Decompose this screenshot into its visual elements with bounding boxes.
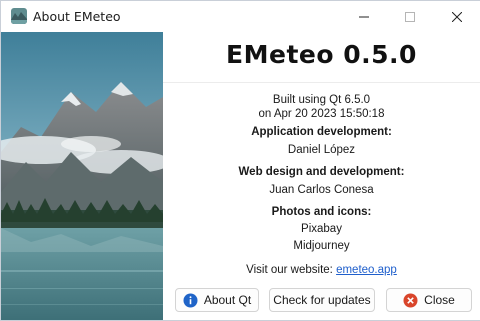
web-dev-heading: Web design and development: — [238, 166, 405, 178]
app-dev-heading: Application development: — [251, 126, 392, 138]
check-updates-label: Check for updates — [273, 293, 371, 307]
maximize-button[interactable] — [387, 1, 433, 32]
website-prefix: Visit our website: — [246, 264, 333, 276]
close-label: Close — [424, 293, 455, 307]
close-circle-icon — [403, 293, 418, 308]
build-date-text: on Apr 20 2023 15:50:18 — [258, 108, 385, 120]
photos-source-midjourney: Midjourney — [293, 240, 350, 252]
minimize-button[interactable] — [341, 1, 387, 32]
app-icon — [11, 8, 27, 24]
built-with-text: Built using Qt 6.5.0 — [272, 94, 371, 106]
landscape-photo — [1, 32, 163, 320]
check-updates-button[interactable]: Check for updates — [269, 288, 375, 312]
window-title: About EMeteo — [33, 9, 121, 24]
minimize-icon — [359, 16, 369, 17]
about-dialog: About EMeteo EMeteo 0.5.0 Built using Qt… — [0, 0, 480, 321]
app-dev-name: Daniel López — [287, 144, 356, 156]
close-icon — [452, 11, 462, 22]
photos-source-pixabay: Pixabay — [301, 223, 342, 235]
about-qt-label: About Qt — [203, 293, 252, 307]
app-name-heading: EMeteo 0.5.0 — [226, 40, 417, 69]
about-qt-button[interactable]: About Qt — [175, 288, 259, 312]
photos-heading: Photos and icons: — [271, 206, 372, 218]
info-icon — [183, 293, 198, 308]
title-bar[interactable]: About EMeteo — [1, 1, 480, 32]
divider — [163, 82, 480, 83]
web-dev-name: Juan Carlos Conesa — [269, 184, 374, 196]
website-line: Visit our website: emeteo.app — [163, 264, 480, 276]
website-link[interactable]: emeteo.app — [336, 264, 397, 276]
maximize-icon — [405, 11, 415, 22]
close-button[interactable]: Close — [386, 288, 472, 312]
about-content: EMeteo 0.5.0 Built using Qt 6.5.0 on Apr… — [163, 32, 480, 320]
window-close-button[interactable] — [434, 1, 480, 32]
